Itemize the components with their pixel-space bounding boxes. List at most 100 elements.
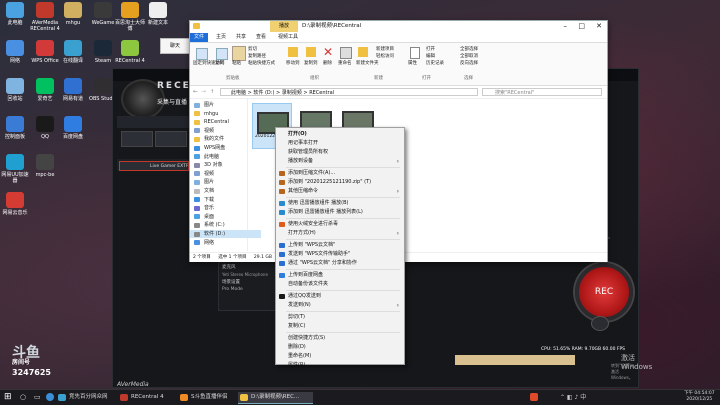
desktop-icon[interactable]: Steam xyxy=(88,40,118,64)
ribbon-copy[interactable]: 复制 xyxy=(215,60,224,66)
context-menu-item[interactable]: 发送到(N) › xyxy=(276,301,403,310)
nav-item[interactable]: 此电脑 xyxy=(190,153,219,161)
context-menu-item[interactable]: 使用火绒安全进行杀毒 xyxy=(276,220,403,229)
context-menu-item[interactable]: 上传到百度网盘 xyxy=(276,271,403,280)
context-menu-item[interactable]: 上传到 "WPS云文档" xyxy=(276,241,403,250)
device-name[interactable]: Live Gamer EXTREME xyxy=(119,161,189,171)
nav-item[interactable]: 我的文件 xyxy=(190,135,224,143)
context-menu-item[interactable]: 播放到设备 › xyxy=(276,157,403,166)
desktop-icon[interactable]: 在线翻译 xyxy=(58,40,88,64)
copy-to-icon[interactable] xyxy=(306,47,316,57)
clock[interactable]: 下午 04:54:07 2020/12/25 xyxy=(684,391,715,403)
desktop-icon[interactable]: WeGame xyxy=(88,2,118,26)
rec-button[interactable]: REC xyxy=(575,263,633,321)
chat-tab[interactable]: 聊天 xyxy=(160,38,190,54)
desktop-icon[interactable]: 网易UU加速器 xyxy=(0,154,30,184)
address-bar[interactable]: 此电脑 > 软件 (D:) > 录制视频 > RECentral xyxy=(220,88,478,96)
paste-icon[interactable] xyxy=(232,46,246,61)
desktop-icon[interactable]: RECentral 4 xyxy=(115,40,145,64)
context-menu-item[interactable]: 创建快捷方式(S) xyxy=(276,334,403,343)
copy-icon[interactable] xyxy=(216,48,228,60)
nav-item[interactable]: 下载 xyxy=(190,196,214,204)
search-icon[interactable]: ○ xyxy=(20,392,30,402)
nav-item[interactable]: 视频 xyxy=(190,170,214,178)
context-menu-item[interactable]: 属性(R) xyxy=(276,361,403,370)
delete-icon[interactable]: ✕ xyxy=(323,45,333,59)
forward-button[interactable]: → xyxy=(201,86,206,98)
nav-item[interactable]: 3D 对象 xyxy=(190,161,223,169)
context-menu-item[interactable]: 重命名(M) xyxy=(276,352,403,361)
ribbon-copy-to[interactable]: 复制到 xyxy=(304,60,318,66)
ribbon-properties[interactable]: 属性 xyxy=(408,60,417,66)
ribbon-edit[interactable]: 编辑 xyxy=(426,53,435,59)
desktop-icon[interactable]: 网易云音乐 xyxy=(0,192,30,216)
ribbon-select-none[interactable]: 全部取消 xyxy=(460,53,478,59)
desktop-icon[interactable]: 百思淘士大师傅 xyxy=(115,2,145,32)
taskbar-app[interactable]: 竞先百分网众网 xyxy=(56,392,127,403)
properties-icon[interactable] xyxy=(410,47,420,59)
tab-play[interactable]: 播放 xyxy=(270,21,298,32)
context-menu-item[interactable]: 用记事本打开 xyxy=(276,139,403,148)
ribbon-new-folder[interactable]: 新建文件夹 xyxy=(356,60,379,66)
ribbon-delete[interactable]: 删除 xyxy=(323,60,332,66)
context-menu-item[interactable]: 发送到 "WPS文件传输助手" xyxy=(276,250,403,259)
context-menu-item[interactable]: 通过QQ发送到 xyxy=(276,292,403,301)
context-menu-item[interactable]: 获取管理员所有权 xyxy=(276,148,403,157)
start-button-icon[interactable]: ⊞ xyxy=(4,392,14,402)
maximize-button[interactable]: □ xyxy=(578,21,585,32)
ribbon-rename[interactable]: 重命名 xyxy=(338,60,352,66)
ribbon-history[interactable]: 历史记录 xyxy=(426,60,444,66)
ribbon-cut[interactable]: 剪切 xyxy=(248,46,257,52)
rename-icon[interactable] xyxy=(340,47,352,59)
desktop-icon[interactable]: 百度网盘 xyxy=(58,116,88,140)
desktop-icon[interactable]: 新建文本 xyxy=(143,2,173,26)
ribbon-tab-view[interactable]: 查看 xyxy=(252,33,270,42)
ribbon-new-item[interactable]: 新建项目 xyxy=(376,46,394,52)
nav-item[interactable]: 系统 (C:) xyxy=(190,221,225,229)
context-menu-item[interactable]: 使用 迅雷播放组件 播放(B) xyxy=(276,199,403,208)
context-menu-item[interactable]: 其他压缩命令 › xyxy=(276,187,403,196)
taskbar-app[interactable]: RECentral 4 xyxy=(118,392,187,403)
nav-item[interactable]: 视频 xyxy=(190,127,214,135)
desktop-icon[interactable]: mpc-be xyxy=(30,154,60,178)
tray-icons[interactable]: ⌃ ◧ ♪ 中 xyxy=(560,392,586,401)
nav-item[interactable]: WPS网盘 xyxy=(190,144,225,152)
ribbon-move-to[interactable]: 移动到 xyxy=(286,60,300,66)
ribbon-easy-access[interactable]: 轻松访问 xyxy=(376,53,394,59)
context-menu-item[interactable]: 剪切(T) xyxy=(276,313,403,322)
context-menu-item[interactable]: 通过 "WPS云文档" 分享和协作 xyxy=(276,259,403,268)
minimize-button[interactable]: – xyxy=(564,21,568,32)
desktop-icon[interactable]: 回收站 xyxy=(0,78,30,102)
context-menu-item[interactable]: 自动备份该文件夹 xyxy=(276,280,403,289)
ribbon-tab-video-tools[interactable]: 视频工具 xyxy=(274,33,302,42)
desktop-icon[interactable]: WPS Office xyxy=(30,40,60,64)
crumb-this-pc[interactable]: 此电脑 xyxy=(231,90,246,96)
desktop-icon[interactable]: 网易有道 xyxy=(58,78,88,102)
up-button[interactable]: ↑ xyxy=(210,86,214,98)
tray-app-icon[interactable] xyxy=(530,393,538,401)
desktop-icon[interactable]: 网络 xyxy=(0,40,30,64)
mode-button-2[interactable] xyxy=(155,131,187,147)
ribbon-copy-path[interactable]: 复制路径 xyxy=(248,53,266,59)
pin-icon[interactable] xyxy=(196,48,208,60)
nav-item[interactable]: 图片 xyxy=(190,178,214,186)
ribbon-tab-file[interactable]: 文件 xyxy=(190,33,209,42)
browser-icon[interactable] xyxy=(46,393,54,401)
nav-item[interactable]: 桌面 xyxy=(190,213,214,221)
context-menu-item[interactable]: 打开方式(H) › xyxy=(276,229,403,238)
crumb-drive-d[interactable]: 软件 (D:) xyxy=(253,90,274,96)
context-menu-item[interactable]: 删除(D) xyxy=(276,343,403,352)
taskbar-app[interactable]: D:\录制视频\REC... xyxy=(238,392,313,404)
search-box[interactable]: 搜索"RECentral" xyxy=(482,88,602,96)
mode-button-1[interactable] xyxy=(121,131,153,147)
new-folder-icon[interactable] xyxy=(358,47,368,57)
capture-tab[interactable]: 采集与直播 xyxy=(157,97,187,106)
context-menu-item[interactable]: 复制(C) xyxy=(276,322,403,331)
desktop-icon[interactable]: mhgu xyxy=(58,2,88,26)
ribbon-tab-home[interactable]: 主页 xyxy=(212,33,230,42)
desktop-icon[interactable]: QQ xyxy=(30,116,60,140)
context-menu-item[interactable]: 添加到 迅雷播放组件 播放列表(L) xyxy=(276,208,403,217)
desktop-icon[interactable]: 爱奇艺 xyxy=(30,78,60,102)
nav-item[interactable]: 软件 (D:) xyxy=(190,230,261,238)
ribbon-paste[interactable]: 粘贴 xyxy=(232,60,241,66)
